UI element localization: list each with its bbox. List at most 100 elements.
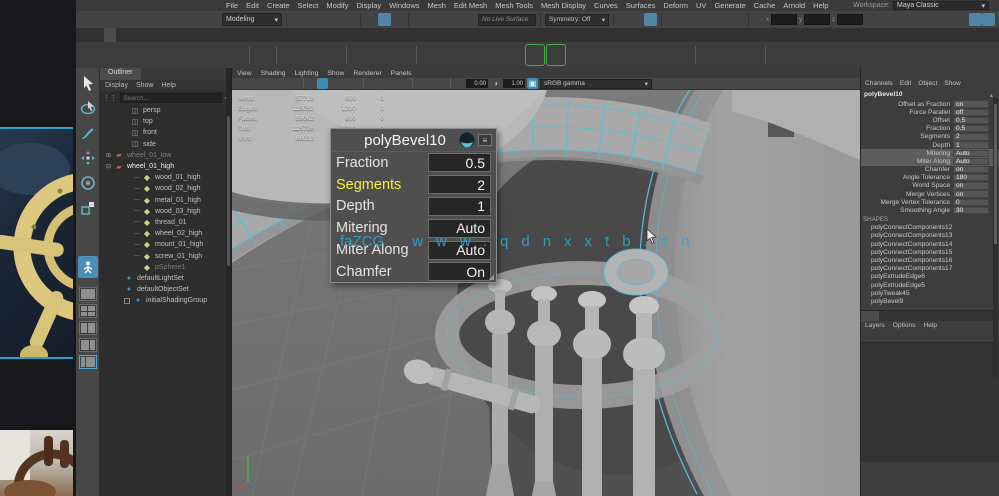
- shelf-icon[interactable]: [415, 46, 417, 64]
- panel-toolbar-icon[interactable]: [246, 78, 257, 89]
- shelf-icon[interactable]: [958, 44, 978, 66]
- menu-item[interactable]: Display: [353, 1, 386, 10]
- menu-item[interactable]: UV: [692, 1, 710, 10]
- shelf-icon[interactable]: [916, 44, 936, 66]
- status-icon[interactable]: [631, 13, 644, 26]
- shelf-icon[interactable]: [350, 44, 370, 66]
- shelf-icon[interactable]: [162, 44, 182, 66]
- panel-toolbar-icon[interactable]: [306, 78, 317, 89]
- sidebar-toggle-icon[interactable]: [956, 13, 969, 26]
- shelf-icon[interactable]: [281, 44, 301, 66]
- channelbox-menu-item[interactable]: Object: [918, 80, 937, 87]
- expander-icon[interactable]: —: [134, 197, 142, 203]
- status-icon[interactable]: [439, 13, 452, 26]
- shelf-icon[interactable]: [695, 46, 697, 64]
- status-icon[interactable]: [661, 13, 662, 26]
- panel-menu-item[interactable]: Shading: [261, 70, 286, 77]
- panel-toolbar-icon[interactable]: [339, 78, 350, 89]
- shelf-tab[interactable]: [104, 28, 116, 42]
- outliner-item[interactable]: front: [100, 127, 231, 138]
- channel-value-field[interactable]: 0.5: [953, 124, 989, 133]
- status-icon[interactable]: [360, 13, 361, 26]
- shelf-icon[interactable]: [937, 44, 957, 66]
- panel-toolbar-icon[interactable]: [366, 78, 377, 89]
- layout-two-pane-button[interactable]: [78, 338, 97, 352]
- channel-attribute-row[interactable]: Chamfer on: [861, 165, 999, 174]
- menu-item[interactable]: Cache: [750, 1, 780, 10]
- channel-attribute-row[interactable]: Offset as Fraction on: [861, 100, 999, 108]
- status-icon[interactable]: [644, 13, 657, 26]
- channel-value-field[interactable]: 30: [953, 206, 989, 215]
- shelf-icon[interactable]: [764, 46, 766, 64]
- layer-editor-tab[interactable]: [861, 310, 879, 321]
- gamma-icon[interactable]: ◑: [490, 78, 501, 89]
- shelf-tab[interactable]: [212, 28, 224, 42]
- shelf-icon[interactable]: [588, 44, 608, 66]
- shelf-tab[interactable]: [248, 28, 260, 42]
- history-node-item[interactable]: polyTweak45: [861, 289, 999, 297]
- sidebar-toggle-icon[interactable]: [969, 13, 982, 26]
- scale-tool[interactable]: [78, 197, 98, 219]
- channelbox-menu-item[interactable]: Channels: [865, 80, 893, 87]
- channel-value-field[interactable]: Auto: [953, 149, 989, 157]
- channel-attribute-row[interactable]: Mitering Auto: [861, 149, 999, 158]
- shelf-icon[interactable]: [721, 44, 741, 66]
- view-transform-dropdown[interactable]: sRGB gamma ▾: [540, 78, 652, 89]
- status-icon[interactable]: [343, 13, 356, 26]
- panel-menu-item[interactable]: View: [237, 70, 252, 77]
- panel-toolbar-icon[interactable]: [388, 78, 399, 89]
- channel-attribute-row[interactable]: Miter Along Auto: [861, 157, 999, 166]
- shelf-icon[interactable]: [651, 44, 671, 66]
- symmetry-dropdown[interactable]: Symmetry: Off ▾: [545, 13, 609, 26]
- panel-toolbar-icon[interactable]: [303, 78, 304, 87]
- outliner-item[interactable]: — wheel_02_high: [100, 228, 231, 239]
- channel-value-field[interactable]: on: [953, 182, 989, 190]
- sidebar-toggle-icon[interactable]: [943, 13, 956, 26]
- panel-menu-item[interactable]: Show: [327, 70, 344, 77]
- node-state-icon[interactable]: [459, 132, 475, 148]
- shelf-icon[interactable]: [302, 44, 322, 66]
- layer-menu-item[interactable]: Help: [924, 322, 938, 329]
- outliner-menu-item[interactable]: Display: [105, 82, 128, 89]
- channel-value-field[interactable]: Auto: [953, 157, 989, 166]
- status-icon[interactable]: [718, 13, 731, 26]
- history-node-item[interactable]: polyConnectComponents16: [861, 256, 999, 264]
- outliner-item[interactable]: — wood_01_high: [100, 172, 231, 183]
- filter-icon[interactable]: ⋮⋮: [103, 94, 117, 102]
- channelbox-menu-item[interactable]: Edit: [900, 80, 911, 87]
- shelf-tab[interactable]: [140, 28, 152, 42]
- shelf-icon[interactable]: [183, 44, 203, 66]
- shelf-icon[interactable]: [483, 44, 503, 66]
- menu-item[interactable]: Select: [294, 1, 323, 10]
- shelf-icon[interactable]: [895, 44, 915, 66]
- panel-toolbar-icon[interactable]: [279, 78, 290, 89]
- shelf-icon[interactable]: [811, 44, 831, 66]
- channel-value-field[interactable]: on: [953, 100, 989, 108]
- menu-item[interactable]: Edit Mesh: [450, 1, 491, 10]
- menu-item[interactable]: Mesh Display: [537, 1, 590, 10]
- outliner-item[interactable]: — thread_01: [100, 217, 231, 228]
- menu-item[interactable]: Surfaces: [622, 1, 660, 10]
- status-icon[interactable]: [679, 13, 692, 26]
- panel-toolbar-icon[interactable]: [437, 78, 448, 89]
- channel-attribute-row[interactable]: Angle Tolerance 180: [861, 174, 999, 182]
- expander-icon[interactable]: —: [134, 231, 142, 237]
- panel-toolbar-icon[interactable]: [290, 78, 301, 89]
- layer-menu-item[interactable]: Layers: [865, 322, 885, 329]
- panel-menu-item[interactable]: Renderer: [353, 70, 381, 77]
- outliner-item[interactable]: pSphere1: [100, 262, 231, 273]
- status-icon[interactable]: [304, 13, 317, 26]
- status-icon[interactable]: [666, 13, 679, 26]
- panel-menu-item[interactable]: Panels: [391, 70, 412, 77]
- history-node-item[interactable]: polyConnectComponents17: [861, 265, 999, 273]
- transform-entry-field[interactable]: [771, 14, 797, 25]
- shelf-icon[interactable]: [276, 46, 278, 64]
- channel-value-field[interactable]: off: [953, 108, 989, 116]
- last-tool-icon[interactable]: [77, 256, 98, 278]
- history-node-item[interactable]: polyExtrudeEdge5: [861, 281, 999, 289]
- channel-value-field[interactable]: on: [953, 165, 989, 174]
- shelf-icon[interactable]: [371, 44, 391, 66]
- menu-item[interactable]: Mesh: [424, 1, 450, 10]
- outliner-item[interactable]: persp: [100, 105, 231, 116]
- panel-toolbar-icon[interactable]: [235, 78, 246, 89]
